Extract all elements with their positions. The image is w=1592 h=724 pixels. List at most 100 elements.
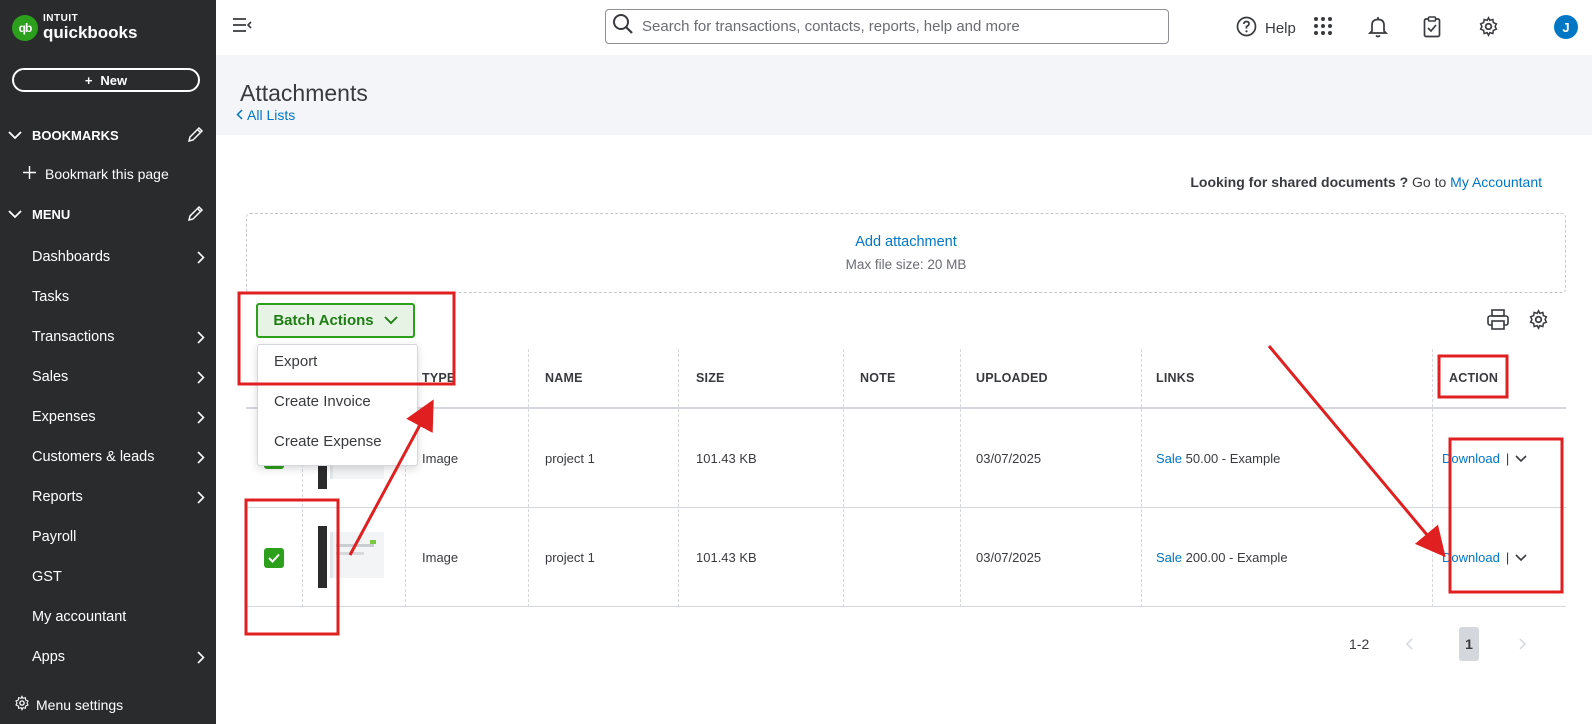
sidebar-item-label: Dashboards bbox=[32, 249, 111, 265]
sidebar-item-transactions[interactable]: Transactions bbox=[32, 324, 208, 350]
sidebar-item-sales[interactable]: Sales bbox=[32, 364, 208, 390]
menu-item-create-expense[interactable]: Create Expense bbox=[274, 433, 382, 450]
cell-name: project 1 bbox=[545, 550, 595, 565]
chevron-down-icon[interactable] bbox=[1515, 451, 1527, 466]
sidebar-item-label: Payroll bbox=[32, 529, 77, 545]
max-file-size: Max file size: 20 MB bbox=[845, 257, 967, 272]
header-size[interactable]: SIZE bbox=[696, 371, 725, 385]
print-icon[interactable] bbox=[1486, 309, 1510, 336]
chevron-right-icon bbox=[194, 450, 208, 464]
sidebar-item-label: Customers & leads bbox=[32, 449, 155, 465]
chevron-right-icon bbox=[194, 250, 208, 264]
cell-type: Image bbox=[422, 451, 459, 466]
sidebar-item-dashboards[interactable]: Dashboards bbox=[32, 244, 208, 270]
sidebar: qb INTUIT quickbooks + New BOOKMARKS Boo… bbox=[0, 0, 216, 724]
bookmark-this-page-label: Bookmark this page bbox=[45, 166, 169, 182]
menu-collapse-icon[interactable] bbox=[232, 17, 252, 38]
header-uploaded[interactable]: UPLOADED bbox=[976, 371, 1048, 385]
bookmark-this-page[interactable]: Bookmark this page bbox=[22, 165, 169, 183]
all-lists-label: All Lists bbox=[247, 107, 296, 123]
header-name[interactable]: NAME bbox=[545, 371, 583, 385]
user-avatar[interactable]: J bbox=[1554, 15, 1578, 39]
header-type[interactable]: TYPE bbox=[422, 371, 455, 385]
cell-links: Sale 200.00 - Example bbox=[1156, 550, 1288, 565]
chevron-right-icon bbox=[194, 370, 208, 384]
menu-item-export[interactable]: Export bbox=[274, 353, 317, 370]
linked-transaction-type[interactable]: Sale bbox=[1156, 451, 1182, 466]
table-row: Image project 1 101.43 KB 03/07/2025 Sale 50… bbox=[246, 409, 1566, 508]
chevron-down-icon bbox=[383, 312, 398, 329]
help-button[interactable]: Help bbox=[1236, 16, 1296, 41]
new-button-label: New bbox=[100, 72, 128, 88]
sidebar-item-gst[interactable]: GST bbox=[32, 564, 208, 590]
sidebar-item-label: Apps bbox=[32, 649, 66, 665]
all-lists-link[interactable]: All Lists bbox=[236, 107, 295, 123]
menu-section-toggle[interactable]: MENU bbox=[8, 202, 208, 226]
sidebar-item-label: Transactions bbox=[32, 329, 115, 345]
gear-icon[interactable] bbox=[1478, 16, 1499, 42]
pencil-icon[interactable] bbox=[187, 126, 204, 146]
header-note[interactable]: NOTE bbox=[860, 371, 896, 385]
bookmarks-section-toggle[interactable]: BOOKMARKS bbox=[8, 123, 208, 147]
batch-actions-menu: Export Create Invoice Create Expense bbox=[257, 344, 418, 466]
shared-documents-goto: Go to bbox=[1412, 174, 1447, 190]
batch-actions-button[interactable]: Batch Actions bbox=[256, 303, 415, 338]
batch-actions-label: Batch Actions bbox=[273, 312, 374, 329]
cell-type: Image bbox=[422, 550, 459, 565]
chevron-right-icon bbox=[194, 410, 208, 424]
global-search[interactable] bbox=[605, 9, 1169, 44]
search-input[interactable] bbox=[642, 18, 1152, 35]
plus-icon bbox=[22, 165, 37, 183]
attachment-dropzone[interactable]: Add attachment Max file size: 20 MB bbox=[246, 213, 1566, 293]
my-accountant-link[interactable]: My Accountant bbox=[1450, 174, 1542, 190]
shared-documents-question: Looking for shared documents ? bbox=[1190, 174, 1409, 190]
chevron-down-icon[interactable] bbox=[1515, 550, 1527, 565]
chevron-right-icon bbox=[194, 490, 208, 504]
sidebar-item-my-accountant[interactable]: My accountant bbox=[32, 604, 208, 630]
download-link[interactable]: Download bbox=[1442, 550, 1500, 565]
shared-documents-notice: Looking for shared documents ? Go to My … bbox=[1190, 174, 1542, 190]
row-checkbox[interactable] bbox=[264, 548, 284, 568]
sidebar-item-payroll[interactable]: Payroll bbox=[32, 524, 208, 550]
top-bar: Help J bbox=[216, 0, 1592, 55]
sidebar-item-customers-leads[interactable]: Customers & leads bbox=[32, 444, 208, 470]
menu-label: MENU bbox=[32, 206, 71, 222]
add-attachment-link[interactable]: Add attachment bbox=[247, 234, 1565, 250]
menu-settings[interactable]: Menu settings bbox=[14, 695, 123, 714]
sidebar-item-label: Reports bbox=[32, 489, 83, 505]
chevron-down-icon bbox=[8, 209, 24, 219]
bell-icon[interactable] bbox=[1367, 16, 1389, 43]
attachment-thumbnail[interactable] bbox=[318, 526, 388, 588]
cell-action: Download | bbox=[1442, 550, 1527, 565]
sidebar-item-label: GST bbox=[32, 569, 62, 585]
plus-icon: + bbox=[84, 72, 93, 88]
sidebar-item-apps[interactable]: Apps bbox=[32, 644, 208, 670]
sidebar-item-reports[interactable]: Reports bbox=[32, 484, 208, 510]
quickbooks-logo[interactable]: qb INTUIT quickbooks bbox=[12, 14, 137, 41]
sidebar-item-label: Expenses bbox=[32, 409, 96, 425]
bookmarks-label: BOOKMARKS bbox=[32, 127, 119, 143]
qb-logo-icon: qb bbox=[12, 14, 38, 41]
download-link[interactable]: Download bbox=[1442, 451, 1500, 466]
new-button[interactable]: + New bbox=[12, 68, 200, 92]
cell-size: 101.43 KB bbox=[696, 550, 757, 565]
logo-text: INTUIT quickbooks bbox=[43, 14, 137, 42]
sidebar-item-tasks[interactable]: Tasks bbox=[32, 284, 208, 310]
cell-action: Download | bbox=[1442, 451, 1527, 466]
chevron-right-icon bbox=[194, 330, 208, 344]
apps-grid-icon[interactable] bbox=[1313, 16, 1333, 41]
help-label: Help bbox=[1265, 20, 1296, 37]
chevron-right-icon[interactable] bbox=[1519, 637, 1527, 655]
menu-item-create-invoice[interactable]: Create Invoice bbox=[274, 393, 371, 410]
pagination-range: 1-2 bbox=[1349, 636, 1370, 652]
page-number-current[interactable]: 1 bbox=[1459, 627, 1479, 661]
pencil-icon[interactable] bbox=[187, 205, 204, 225]
sidebar-item-expenses[interactable]: Expenses bbox=[32, 404, 208, 430]
header-links[interactable]: LINKS bbox=[1156, 371, 1195, 385]
clipboard-check-icon[interactable] bbox=[1423, 16, 1441, 43]
linked-transaction-type[interactable]: Sale bbox=[1156, 550, 1182, 565]
table-settings-gear-icon[interactable] bbox=[1528, 309, 1549, 335]
chevron-down-icon bbox=[8, 130, 24, 140]
chevron-left-icon[interactable] bbox=[1405, 637, 1413, 655]
cell-uploaded: 03/07/2025 bbox=[976, 451, 1042, 466]
